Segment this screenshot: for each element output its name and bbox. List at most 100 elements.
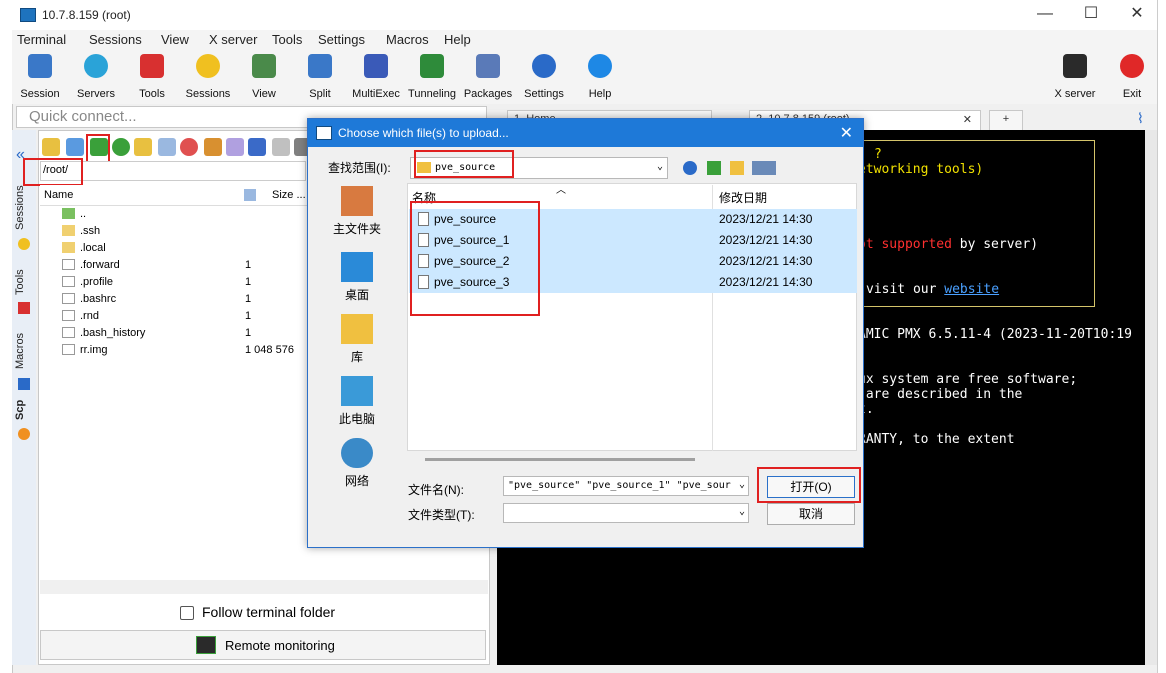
new-folder-icon[interactable]: [730, 161, 744, 175]
maximize-button[interactable]: ☐: [1078, 4, 1104, 24]
terminal-line: visit our website: [866, 282, 1000, 297]
terminal-line: are described in the: [858, 387, 1023, 402]
places-bar: 主文件夹 桌面 库 此电脑 网络: [312, 178, 402, 538]
terminal-sync-icon[interactable]: [248, 138, 266, 156]
remote-monitoring-button[interactable]: Remote monitoring: [40, 630, 486, 660]
dialog-title: Choose which file(s) to upload...: [338, 126, 509, 140]
toolbar-servers-button[interactable]: Servers: [68, 54, 124, 100]
file-row[interactable]: ..: [60, 206, 308, 223]
menu-help[interactable]: Help: [444, 32, 471, 47]
new-folder-icon[interactable]: [134, 138, 152, 156]
highlight-selected-files: [410, 201, 540, 316]
close-button[interactable]: ✕: [1124, 4, 1150, 24]
highlight-upload-button: [86, 134, 110, 164]
file-list-header: Name Size ...: [40, 185, 308, 206]
place-this-pc[interactable]: 此电脑: [312, 376, 402, 427]
delete-icon[interactable]: [180, 138, 198, 156]
cancel-button[interactable]: 取消: [767, 503, 855, 525]
menu-macros[interactable]: Macros: [386, 32, 429, 47]
view-menu-icon[interactable]: [752, 161, 776, 175]
highlight-path: [23, 158, 83, 186]
download-icon[interactable]: [66, 138, 84, 156]
toolbar-session-button[interactable]: Session: [12, 54, 68, 100]
horizontal-scrollbar[interactable]: [425, 458, 695, 461]
file-row[interactable]: .bashrc 1: [60, 291, 308, 308]
dialog-close-button[interactable]: ✕: [840, 123, 853, 143]
file-row[interactable]: .bash_history 1: [60, 325, 308, 342]
main-toolbar: Session Servers Tools Sessions View Spli…: [12, 50, 1157, 104]
parent-folder-icon[interactable]: [42, 138, 60, 156]
menu-tools[interactable]: Tools: [272, 32, 302, 47]
terminal-scrollbar[interactable]: [1145, 130, 1157, 665]
highlight-lookin: [414, 150, 514, 178]
gear-icon: [532, 54, 556, 78]
place-desktop[interactable]: 桌面: [312, 252, 402, 303]
highlight-open-button: [757, 467, 861, 503]
send-icon: [18, 378, 30, 390]
toolbar-sessions-button[interactable]: Sessions: [180, 54, 236, 100]
file-row[interactable]: .ssh: [60, 223, 308, 240]
website-link[interactable]: website: [944, 282, 999, 297]
help-icon: [588, 54, 612, 78]
filetype-select[interactable]: ⌄: [503, 503, 749, 523]
file-row[interactable]: rr.img 1 048 576: [60, 342, 308, 359]
toolbar-split-button[interactable]: Split: [292, 54, 348, 100]
menu-terminal[interactable]: Terminal: [17, 32, 66, 47]
file-row[interactable]: .forward 1: [60, 257, 308, 274]
column-name[interactable]: Name: [44, 189, 73, 201]
up-folder-icon[interactable]: [707, 161, 721, 175]
tab-sessions[interactable]: Sessions: [14, 178, 34, 238]
sort-ascending-icon: ︿: [556, 185, 566, 196]
menu-xserver[interactable]: X server: [209, 32, 257, 47]
tab-close-icon[interactable]: ✕: [963, 113, 972, 126]
new-file-icon[interactable]: [158, 138, 176, 156]
follow-terminal-folder[interactable]: Follow terminal folder: [40, 600, 486, 624]
desktop-icon: [341, 252, 373, 282]
column-size[interactable]: Size ...: [272, 189, 306, 201]
tunneling-icon: [420, 54, 444, 78]
column-modified[interactable]: 修改日期: [719, 189, 767, 206]
new-tab-button[interactable]: +: [989, 110, 1023, 130]
minimize-button[interactable]: —: [1032, 4, 1058, 24]
file-row[interactable]: .profile 1: [60, 274, 308, 291]
filename-label: 文件名(N):: [408, 483, 464, 497]
toolbar-packages-button[interactable]: Packages: [460, 54, 516, 100]
toolbar-help-button[interactable]: Help: [572, 54, 628, 100]
menu-settings[interactable]: Settings: [318, 32, 365, 47]
file-icon: [62, 344, 75, 355]
attach-icon[interactable]: ⌇: [1137, 110, 1144, 127]
tab-tools[interactable]: Tools: [14, 262, 34, 302]
menu-view[interactable]: View: [161, 32, 189, 47]
filename-input[interactable]: "pve_source" "pve_source_1" "pve_sour ⌄: [503, 476, 749, 496]
tab-scp[interactable]: Scp: [14, 398, 34, 422]
follow-checkbox[interactable]: [180, 606, 194, 620]
back-icon[interactable]: [683, 161, 697, 175]
chevron-down-icon: ⌄: [738, 506, 745, 517]
toolbar-tools-button[interactable]: Tools: [124, 54, 180, 100]
toolbar-multiexec-button[interactable]: MultiExec: [348, 54, 404, 100]
tab-macros[interactable]: Macros: [14, 326, 34, 376]
file-list-scrollbar[interactable]: [40, 580, 488, 594]
packages-icon: [476, 54, 500, 78]
toolbar-exit-button[interactable]: Exit: [1104, 54, 1160, 100]
rename-icon[interactable]: [226, 138, 244, 156]
computer-icon: [341, 376, 373, 406]
refresh-icon[interactable]: [112, 138, 130, 156]
toolbar-view-button[interactable]: View: [236, 54, 292, 100]
file-row[interactable]: .local: [60, 240, 308, 257]
toolbar-xserver-button[interactable]: X server: [1047, 54, 1103, 100]
place-home[interactable]: 主文件夹: [312, 186, 402, 237]
menu-sessions[interactable]: Sessions: [89, 32, 142, 47]
background-window-strip-right: [1157, 0, 1166, 673]
settings-icon[interactable]: [272, 138, 290, 156]
toolbar-settings-button[interactable]: Settings: [516, 54, 572, 100]
terminal-line: ot supported by server): [858, 237, 1039, 252]
permissions-icon[interactable]: [204, 138, 222, 156]
place-library[interactable]: 库: [312, 314, 402, 365]
file-row[interactable]: .rnd 1: [60, 308, 308, 325]
toolbar-tunneling-button[interactable]: Tunneling: [404, 54, 460, 100]
place-network[interactable]: 网络: [312, 438, 402, 489]
title-bar: 10.7.8.159 (root) — ☐ ✕: [12, 0, 1157, 30]
session-icon: [28, 54, 52, 78]
file-icon: [62, 276, 75, 287]
